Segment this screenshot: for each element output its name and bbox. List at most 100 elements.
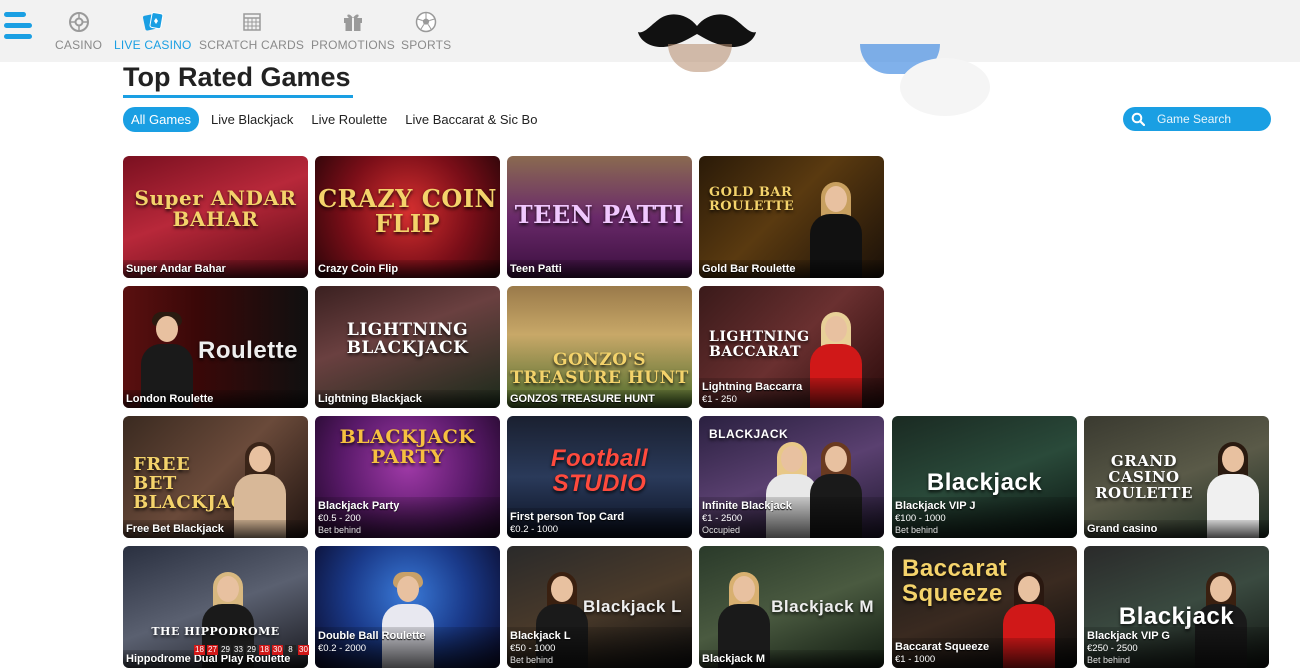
game-name: Super Andar Bahar bbox=[126, 263, 226, 275]
game-name: Blackjack L bbox=[510, 630, 571, 642]
tab-all-games[interactable]: All Games bbox=[123, 107, 199, 132]
roulette-wheel-icon bbox=[67, 10, 91, 34]
bet-limits: €1 - 250 bbox=[702, 394, 737, 405]
game-name: Baccarat Squeeze bbox=[895, 641, 990, 653]
result-number: 18 bbox=[259, 645, 270, 655]
game-card[interactable]: Super ANDAR BAHAR Super Andar Bahar bbox=[123, 156, 308, 278]
game-brand: LIGHTNING BLACKJACK bbox=[346, 320, 469, 358]
nav-item-sports[interactable]: SPORTS bbox=[401, 10, 451, 52]
game-brand: THE HIPPODROME bbox=[151, 625, 280, 638]
game-card[interactable]: Double Ball Roulette €0.2 - 2000 bbox=[315, 546, 500, 668]
nav-item-promotions[interactable]: PROMOTIONS bbox=[311, 10, 395, 52]
game-name: Teen Patti bbox=[510, 263, 562, 275]
bet-limits: €50 - 1000 bbox=[510, 643, 556, 654]
game-card[interactable]: Blackjack M Blackjack M bbox=[699, 546, 884, 668]
game-brand: CRAZY COIN FLIP bbox=[318, 184, 497, 239]
result-number: 30 bbox=[298, 645, 309, 655]
game-name: Grand casino bbox=[1087, 523, 1158, 535]
seat-status: Occupied bbox=[702, 525, 741, 535]
game-brand: BLACKJACK PARTY bbox=[339, 426, 476, 468]
game-card[interactable]: GONZO'S TREASURE HUNT GONZOS TREASURE HU… bbox=[507, 286, 692, 408]
bet-limits: €1 - 2500 bbox=[702, 513, 743, 524]
game-name: Blackjack M bbox=[702, 653, 765, 665]
result-number: 30 bbox=[272, 645, 283, 655]
result-number: 29 bbox=[220, 645, 231, 655]
game-card[interactable]: Baccarat Squeeze Baccarat Squeeze €1 - 1… bbox=[892, 546, 1077, 668]
page-title: Top Rated Games bbox=[123, 62, 351, 92]
game-brand: BLACKJACK bbox=[709, 427, 789, 441]
result-number: 8 bbox=[285, 645, 296, 655]
cards-icon bbox=[141, 10, 165, 34]
game-card[interactable]: FREE BET BLACKJACK Free Bet Blackjack bbox=[123, 416, 308, 538]
top-navigation-bar: CASINO LIVE CASINO SCRATCH CARDS PROMOTI… bbox=[0, 0, 1300, 62]
tab-live-blackjack[interactable]: Live Blackjack bbox=[211, 112, 293, 127]
game-name: London Roulette bbox=[126, 393, 214, 405]
seat-status: Bet behind bbox=[1087, 655, 1131, 665]
game-brand: TEEN PATTI bbox=[514, 200, 685, 229]
game-brand: Blackjack L bbox=[582, 597, 682, 616]
game-brand: Blackjack bbox=[926, 469, 1043, 496]
game-name: First person Top Card bbox=[510, 511, 625, 523]
nav-item-casino[interactable]: CASINO bbox=[55, 10, 102, 52]
search-input[interactable] bbox=[1157, 112, 1267, 126]
game-brand: LIGHTNING BACCARAT bbox=[709, 329, 810, 360]
result-number: 18 bbox=[194, 645, 205, 655]
filter-tabs: All Games Live Blackjack Live Roulette L… bbox=[123, 107, 555, 132]
game-card[interactable]: BLACKJACK Infinite Blackjack €1 - 2500 O… bbox=[699, 416, 884, 538]
game-card[interactable]: LIGHTNING BLACKJACK Lightning Blackjack bbox=[315, 286, 500, 408]
bet-limits: €100 - 1000 bbox=[895, 513, 946, 524]
game-name: Lightning Baccarra bbox=[702, 381, 803, 393]
game-name: Blackjack VIP G bbox=[1087, 630, 1170, 642]
game-brand: Super ANDAR BAHAR bbox=[134, 186, 297, 231]
banner-decoration bbox=[668, 44, 732, 72]
game-brand: GOLD BAR ROULETTE bbox=[709, 185, 795, 214]
game-brand: FREE BET BLACKJACK bbox=[133, 454, 262, 513]
game-brand: Football STUDIO bbox=[550, 445, 649, 498]
search-icon bbox=[1131, 112, 1145, 126]
game-brand: Blackjack bbox=[1118, 603, 1235, 630]
game-name: Blackjack VIP J bbox=[895, 500, 976, 512]
game-card[interactable]: BLACKJACK PARTY Blackjack Party €0.5 - 2… bbox=[315, 416, 500, 538]
game-name: Infinite Blackjack bbox=[702, 500, 792, 512]
nav-label: PROMOTIONS bbox=[311, 38, 396, 52]
double-ball-results: 18 27 29 33 29 18 30 8 30 bbox=[194, 645, 311, 655]
game-brand: GRAND CASINO ROULETTE bbox=[1095, 452, 1193, 502]
game-brand: Roulette bbox=[198, 337, 298, 364]
seat-status: Bet behind bbox=[895, 525, 939, 535]
game-card[interactable]: Blackjack L Blackjack L €50 - 1000 Bet b… bbox=[507, 546, 692, 668]
game-card[interactable]: Blackjack Blackjack VIP J €100 - 1000 Be… bbox=[892, 416, 1077, 538]
banner-decoration bbox=[900, 58, 990, 116]
game-name: Crazy Coin Flip bbox=[318, 263, 399, 275]
nav-label: SCRATCH CARDS bbox=[199, 38, 305, 52]
game-card[interactable]: GRAND CASINO ROULETTE Grand casino bbox=[1084, 416, 1269, 538]
game-name: Free Bet Blackjack bbox=[126, 523, 224, 535]
game-card[interactable]: TEEN PATTI Teen Patti bbox=[507, 156, 692, 278]
result-number: 29 bbox=[246, 645, 257, 655]
football-icon bbox=[414, 10, 438, 34]
bet-limits: €1 - 1000 bbox=[895, 654, 936, 665]
game-name: GONZOS TREASURE HUNT bbox=[510, 393, 655, 405]
game-card[interactable]: CRAZY COIN FLIP Crazy Coin Flip bbox=[315, 156, 500, 278]
nav-item-live-casino[interactable]: LIVE CASINO bbox=[114, 10, 192, 52]
nav-label: LIVE CASINO bbox=[114, 38, 192, 52]
game-search[interactable] bbox=[1123, 107, 1271, 131]
nav-label: SPORTS bbox=[401, 38, 452, 52]
tab-live-baccarat-sic-bo[interactable]: Live Baccarat & Sic Bo bbox=[405, 112, 537, 127]
game-card[interactable]: GOLD BAR ROULETTE Gold Bar Roulette bbox=[699, 156, 884, 278]
result-number: 33 bbox=[233, 645, 244, 655]
nav-label: CASINO bbox=[55, 38, 103, 52]
bet-limits: €250 - 2500 bbox=[1087, 643, 1138, 654]
game-card[interactable]: Roulette London Roulette bbox=[123, 286, 308, 408]
seat-status: Bet behind bbox=[318, 525, 362, 535]
scratch-card-icon bbox=[240, 10, 264, 34]
game-name: Gold Bar Roulette bbox=[702, 263, 796, 275]
nav-item-scratch-cards[interactable]: SCRATCH CARDS bbox=[199, 10, 304, 52]
game-card[interactable]: LIGHTNING BACCARAT Lightning Baccarra €1… bbox=[699, 286, 884, 408]
tab-live-roulette[interactable]: Live Roulette bbox=[311, 112, 387, 127]
game-brand: Blackjack M bbox=[771, 597, 874, 616]
title-underline bbox=[123, 95, 353, 98]
bet-limits: €0.2 - 2000 bbox=[318, 643, 367, 654]
hamburger-menu-icon[interactable] bbox=[4, 12, 32, 46]
game-card[interactable]: Blackjack Blackjack VIP G €250 - 2500 Be… bbox=[1084, 546, 1269, 668]
game-card[interactable]: Football STUDIO First person Top Card €0… bbox=[507, 416, 692, 538]
